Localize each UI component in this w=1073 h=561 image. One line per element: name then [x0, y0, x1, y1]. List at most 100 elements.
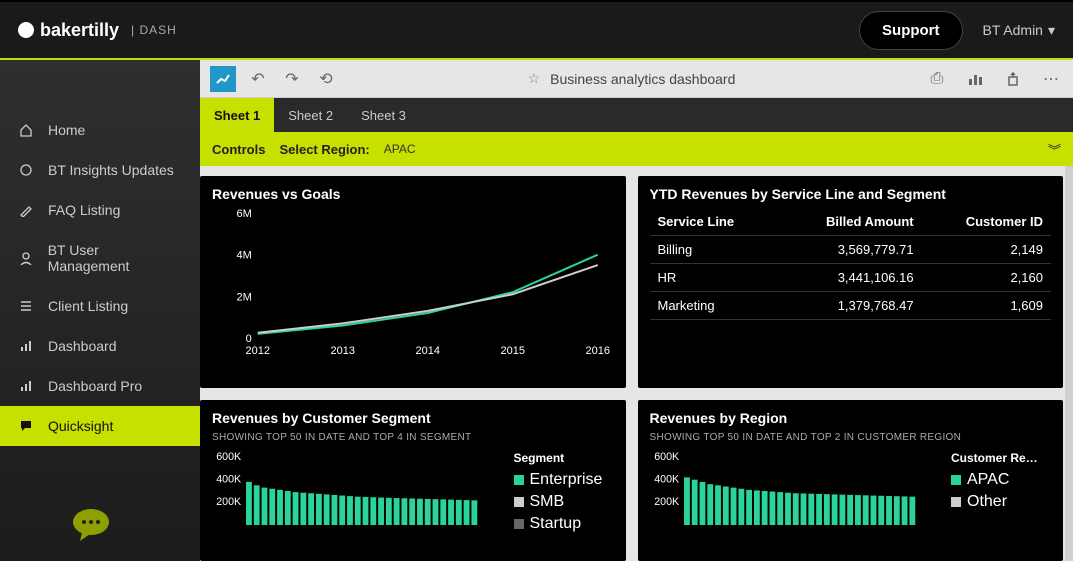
- panels-grid: Revenues vs Goals 02M4M6M201220132014201…: [200, 166, 1073, 561]
- legend-label: Startup: [530, 515, 582, 533]
- undo-icon[interactable]: ↶: [246, 67, 270, 91]
- brand-logo: bakertilly | DASH: [18, 20, 177, 41]
- panel-revenues-by-region: Revenues by Region SHOWING TOP 50 IN DAT…: [638, 400, 1064, 561]
- table-header: Billed Amount: [778, 208, 922, 236]
- bar-chart-icon[interactable]: [963, 67, 987, 91]
- sidebar-item-bt-user-management[interactable]: BT User Management: [0, 230, 200, 286]
- support-button[interactable]: Support: [859, 11, 963, 50]
- legend-item: SMB: [514, 493, 614, 511]
- segment-bar-chart: 200K 400K 600K: [212, 451, 504, 537]
- user-icon: [18, 250, 34, 266]
- dashboard-title: Business analytics dashboard: [550, 71, 735, 87]
- tab-sheet-3[interactable]: Sheet 3: [347, 98, 420, 132]
- sidebar-item-dashboard-pro[interactable]: Dashboard Pro: [0, 366, 200, 406]
- sidebar-item-bt-insights-updates[interactable]: BT Insights Updates: [0, 150, 200, 190]
- table-row: HR3,441,106.162,160: [650, 264, 1052, 292]
- legend-label: APAC: [967, 471, 1009, 489]
- line-chart: 02M4M6M20122013201420152016: [212, 208, 614, 378]
- more-icon[interactable]: ⋯: [1039, 67, 1063, 91]
- svg-text:2015: 2015: [501, 345, 525, 357]
- cell-customer: 1,609: [922, 292, 1051, 320]
- brand-name: bakertilly: [40, 20, 119, 41]
- controls-label: Controls: [212, 142, 265, 157]
- svg-text:600K: 600K: [654, 451, 679, 463]
- legend-item: Enterprise: [514, 471, 614, 489]
- top-bar: bakertilly | DASH Support BT Admin ▾: [0, 2, 1073, 58]
- table-row: Marketing1,379,768.471,609: [650, 292, 1052, 320]
- chat-icon: [18, 418, 34, 434]
- svg-text:2014: 2014: [416, 345, 440, 357]
- legend-item: Other: [951, 493, 1051, 511]
- caret-down-icon: ▾: [1048, 22, 1055, 39]
- panel-title: Revenues vs Goals: [212, 186, 614, 202]
- sidebar-item-label: BT User Management: [48, 242, 182, 274]
- region-bar-chart: 200K 400K 600K: [650, 451, 942, 536]
- sidebar-item-quicksight[interactable]: Quicksight: [0, 406, 200, 446]
- panel-title: Revenues by Customer Segment: [212, 410, 614, 426]
- tab-sheet-2[interactable]: Sheet 2: [274, 98, 347, 132]
- svg-text:2013: 2013: [331, 345, 355, 357]
- panel-title: YTD Revenues by Service Line and Segment: [650, 186, 1052, 202]
- sheet-tabs: Sheet 1Sheet 2Sheet 3: [200, 98, 1073, 132]
- panel-revenues-vs-goals: Revenues vs Goals 02M4M6M201220132014201…: [200, 176, 626, 388]
- chart-icon: [18, 378, 34, 394]
- legend-item: APAC: [951, 471, 1051, 489]
- brand-suffix: | DASH: [131, 23, 177, 37]
- user-label: BT Admin: [983, 22, 1043, 38]
- region-legend-title: Customer Re…: [951, 451, 1051, 465]
- legend-label: Other: [967, 493, 1007, 511]
- share-icon[interactable]: [1001, 67, 1025, 91]
- svg-text:0: 0: [246, 333, 252, 345]
- redo-icon[interactable]: ↷: [280, 67, 304, 91]
- sidebar-item-dashboard[interactable]: Dashboard: [0, 326, 200, 366]
- svg-text:200K: 200K: [216, 496, 241, 508]
- region-value[interactable]: APAC: [384, 142, 416, 156]
- legend-swatch: [514, 475, 524, 485]
- legend-swatch: [951, 497, 961, 507]
- legend-swatch: [514, 497, 524, 507]
- tab-sheet-1[interactable]: Sheet 1: [200, 98, 274, 132]
- globe-icon: [18, 22, 34, 38]
- svg-text:6M: 6M: [236, 208, 251, 220]
- sidebar-item-label: Dashboard: [48, 338, 117, 354]
- cell-billed: 1,379,768.47: [778, 292, 922, 320]
- sidebar-item-label: BT Insights Updates: [48, 162, 174, 178]
- svg-text:2M: 2M: [236, 291, 251, 303]
- collapse-chevron-icon[interactable]: ︾: [1048, 140, 1061, 159]
- sidebar-item-home[interactable]: Home: [0, 110, 200, 150]
- panel-subtitle: SHOWING TOP 50 IN DATE AND TOP 4 IN SEGM…: [212, 432, 614, 443]
- print-icon[interactable]: ⎙: [925, 67, 949, 91]
- table-header: Customer ID: [922, 208, 1051, 236]
- sidebar-item-label: FAQ Listing: [48, 202, 120, 218]
- panel-subtitle: SHOWING TOP 50 IN DATE AND TOP 2 IN CUST…: [650, 432, 1052, 443]
- svg-text:200K: 200K: [654, 496, 679, 508]
- sidebar-item-label: Home: [48, 122, 85, 138]
- panel-revenues-by-segment: Revenues by Customer Segment SHOWING TOP…: [200, 400, 626, 561]
- insights-icon: [18, 162, 34, 178]
- svg-text:4M: 4M: [236, 250, 251, 262]
- svg-text:400K: 400K: [216, 473, 241, 485]
- refresh-icon[interactable]: ⟲: [314, 67, 338, 91]
- segment-legend-title: Segment: [514, 451, 614, 465]
- sidebar-item-faq-listing[interactable]: FAQ Listing: [0, 190, 200, 230]
- sidebar-item-client-listing[interactable]: Client Listing: [0, 286, 200, 326]
- content-area: ↶ ↷ ⟲ ☆ Business analytics dashboard ⎙ ⋯…: [200, 60, 1073, 561]
- list-icon: [18, 298, 34, 314]
- controls-bar: Controls Select Region: APAC ︾: [200, 132, 1073, 166]
- cell-billed: 3,441,106.16: [778, 264, 922, 292]
- svg-text:400K: 400K: [654, 473, 679, 485]
- chat-bubble-icon[interactable]: [70, 507, 112, 543]
- dashboard-toolbar: ↶ ↷ ⟲ ☆ Business analytics dashboard ⎙ ⋯: [200, 60, 1073, 98]
- quicksight-logo-icon: [210, 66, 236, 92]
- user-menu[interactable]: BT Admin ▾: [983, 22, 1055, 39]
- svg-text:600K: 600K: [216, 451, 241, 463]
- cell-customer: 2,160: [922, 264, 1051, 292]
- legend-swatch: [514, 519, 524, 529]
- sidebar-item-label: Dashboard Pro: [48, 378, 142, 394]
- chart-icon: [18, 338, 34, 354]
- table-header: Service Line: [650, 208, 778, 236]
- star-icon[interactable]: ☆: [528, 70, 541, 87]
- panel-title: Revenues by Region: [650, 410, 1052, 426]
- edit-icon: [18, 202, 34, 218]
- svg-text:2016: 2016: [586, 345, 610, 357]
